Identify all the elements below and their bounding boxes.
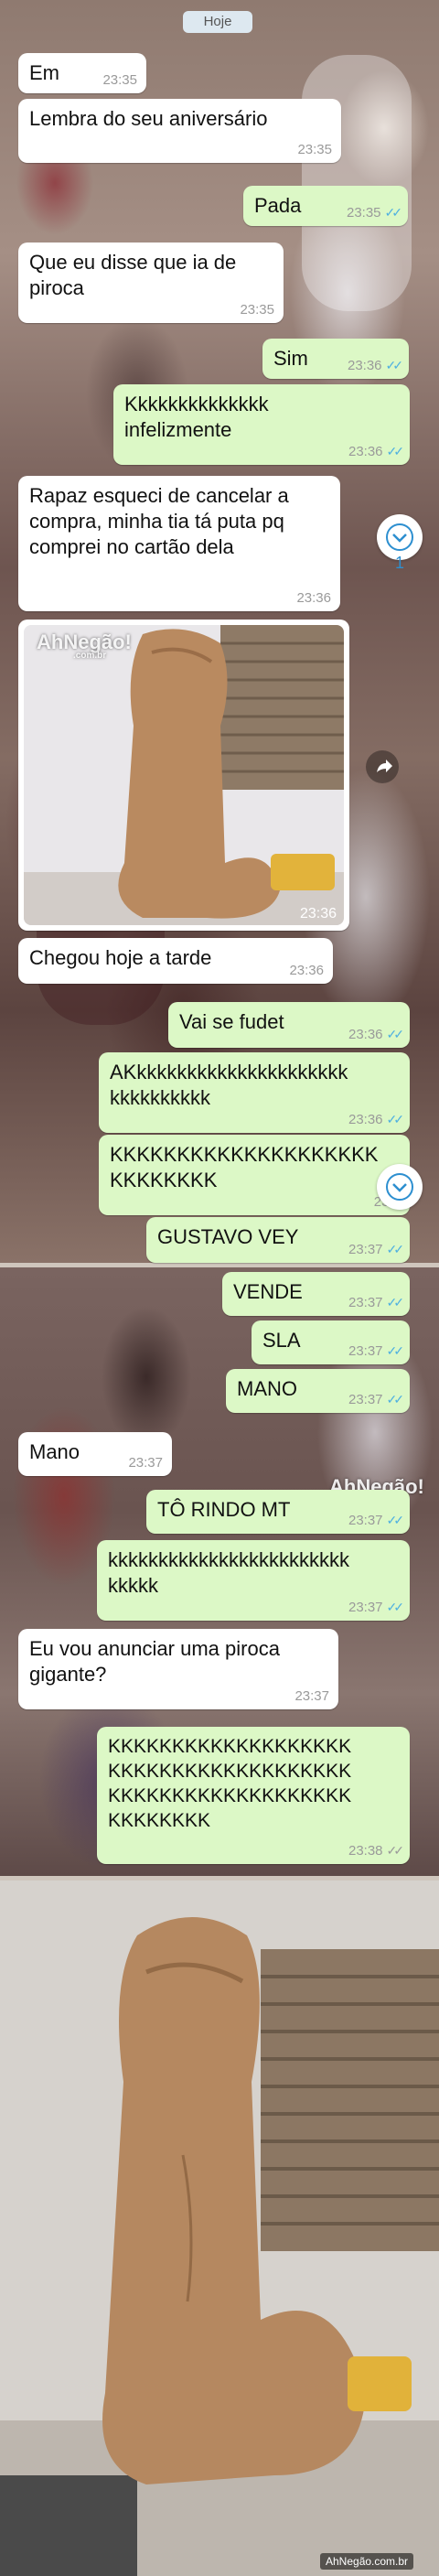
message-time: 23:36 xyxy=(299,906,337,922)
message-bubble[interactable]: MANO 23:37 ✓✓ xyxy=(226,1369,410,1413)
message-text: AKkkkkkkkkkkkkkkkkkkkkk kkkkkkkkkk xyxy=(110,1061,348,1109)
message-time: 23:37 xyxy=(348,1343,383,1359)
message-text: Que eu disse que ia de piroca xyxy=(29,251,237,299)
message-bubble[interactable]: AKkkkkkkkkkkkkkkkkkkkkk kkkkkkkkkk 23:36… xyxy=(99,1052,410,1133)
message-text: Kkkkkkkkkkkkkk infelizmente xyxy=(124,393,269,441)
message-time: 23:36 xyxy=(348,1027,383,1042)
message-time: 23:37 xyxy=(294,1688,329,1704)
message-bubble[interactable]: Que eu disse que ia de piroca 23:35 xyxy=(18,243,284,323)
double-check-icon: ✓✓ xyxy=(386,1295,405,1310)
photo-image xyxy=(24,625,344,925)
message-time: 23:37 xyxy=(348,1513,383,1528)
double-check-icon: ✓✓ xyxy=(384,205,403,220)
message-text: kkkkkkkkkkkkkkkkkkkkkkkk kkkkk xyxy=(108,1548,349,1597)
watermark: AhNegão!.com.br xyxy=(37,631,132,661)
message-bubble[interactable]: GUSTAVO VEY 23:37 ✓✓ xyxy=(146,1217,410,1263)
message-time: 23:36 xyxy=(289,963,324,978)
message-text: Eu vou anunciar uma piroca gigante? xyxy=(29,1637,280,1686)
message-bubble[interactable]: kkkkkkkkkkkkkkkkkkkkkkkk kkkkk 23:37 ✓✓ xyxy=(97,1540,410,1621)
message-bubble[interactable]: Mano 23:37 xyxy=(18,1432,172,1476)
message-bubble[interactable]: TÔ RINDO MT 23:37 ✓✓ xyxy=(146,1490,410,1534)
double-check-icon: ✓✓ xyxy=(386,1600,405,1614)
double-check-icon: ✓✓ xyxy=(386,1242,405,1256)
message-time: 23:35 xyxy=(297,142,332,157)
double-check-icon: ✓✓ xyxy=(386,444,405,458)
unread-count-badge: 1 xyxy=(395,554,405,572)
date-chip: Hoje xyxy=(183,11,252,33)
message-bubble[interactable]: SLA 23:37 ✓✓ xyxy=(252,1320,410,1364)
message-text: KKKKKKKKKKKKKKKKKKK KKKKKKKKKKKKKKKKKKK … xyxy=(108,1736,352,1831)
message-time: 23:36 xyxy=(348,1112,383,1127)
message-time: 23:35 xyxy=(102,72,137,88)
photo-message[interactable]: AhNegão! .com.br 23:36 xyxy=(18,620,349,931)
message-time: 23:37 xyxy=(348,1392,383,1407)
message-bubble[interactable]: Eu vou anunciar uma piroca gigante? 23:3… xyxy=(18,1629,338,1709)
double-check-icon: ✓✓ xyxy=(386,1027,405,1041)
message-time: 23:36 xyxy=(347,358,382,373)
message-bubble[interactable]: KKKKKKKKKKKKKKKKKKK KKKKKKKKKKKKKKKKKKK … xyxy=(97,1727,410,1864)
double-check-icon: ✓✓ xyxy=(386,1513,405,1527)
double-check-icon: ✓✓ xyxy=(386,1112,405,1126)
message-bubble[interactable]: Em 23:35 xyxy=(18,53,146,93)
message-bubble[interactable]: Chegou hoje a tarde 23:36 xyxy=(18,938,333,984)
scroll-down-button[interactable] xyxy=(377,1164,423,1210)
message-time: 23:36 xyxy=(348,444,383,459)
message-bubble[interactable]: Sim 23:36 ✓✓ xyxy=(262,339,409,379)
double-check-icon: ✓✓ xyxy=(386,1392,405,1407)
forward-icon xyxy=(377,760,392,772)
footer-watermark: AhNegão.com.br xyxy=(320,2553,414,2570)
message-bubble[interactable]: Rapaz esqueci de cancelar a compra, minh… xyxy=(18,476,340,611)
chevron-down-icon xyxy=(386,1173,413,1201)
message-time: 23:37 xyxy=(348,1242,383,1257)
message-bubble[interactable]: Vai se fudet 23:36 ✓✓ xyxy=(168,1002,410,1048)
message-bubble[interactable]: Pada 23:35 ✓✓ xyxy=(243,186,408,226)
message-time: 23:37 xyxy=(128,1455,163,1471)
message-text: Chegou hoje a tarde xyxy=(29,946,212,969)
message-text: KKKKKKKKKKKKKKKKKKKK KKKKKKKK xyxy=(110,1143,379,1191)
photo-image xyxy=(0,1881,439,2576)
bottom-photo xyxy=(0,1881,439,2576)
message-time: 23:37 xyxy=(348,1600,383,1615)
message-text: Lembra do seu aniversário xyxy=(29,107,268,130)
double-check-icon: ✓✓ xyxy=(386,1843,405,1858)
double-check-icon: ✓✓ xyxy=(386,1343,405,1358)
message-bubble[interactable]: Lembra do seu aniversário 23:35 xyxy=(18,99,341,163)
message-bubble[interactable]: VENDE 23:37 ✓✓ xyxy=(222,1272,410,1316)
message-text: Rapaz esqueci de cancelar a compra, minh… xyxy=(29,484,289,558)
message-time: 23:37 xyxy=(348,1295,383,1310)
message-time: 23:36 xyxy=(296,590,331,606)
message-bubble[interactable]: Kkkkkkkkkkkkkk infelizmente 23:36 ✓✓ xyxy=(113,384,410,465)
double-check-icon: ✓✓ xyxy=(385,358,404,372)
message-bubble[interactable]: KKKKKKKKKKKKKKKKKKKK KKKKKKKK 23:3 xyxy=(99,1135,410,1215)
forward-button[interactable] xyxy=(366,750,399,783)
message-time: 23:38 xyxy=(348,1843,383,1859)
message-time: 23:35 xyxy=(240,302,274,318)
message-time: 23:35 xyxy=(346,205,381,221)
